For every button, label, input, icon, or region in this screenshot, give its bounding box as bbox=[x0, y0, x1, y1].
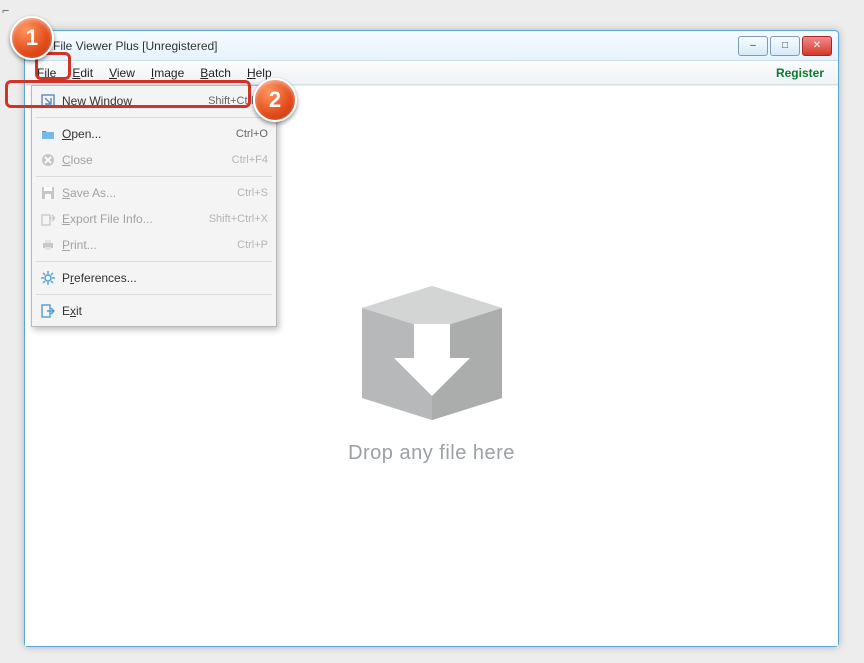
menu-item-label: New Window bbox=[58, 94, 208, 108]
menu-separator bbox=[36, 294, 272, 295]
save-disk-icon bbox=[38, 186, 58, 200]
close-button[interactable]: ✕ bbox=[802, 36, 832, 56]
menu-item-label: Close bbox=[58, 153, 232, 167]
file-menu-dropdown: New WindowShift+Ctrl+NOpen...Ctrl+OClose… bbox=[31, 85, 277, 327]
export-icon bbox=[38, 212, 58, 226]
file-menu-item-close: CloseCtrl+F4 bbox=[34, 147, 274, 173]
menubar: File Edit View Image Batch Help Register bbox=[25, 61, 838, 85]
exit-icon bbox=[38, 304, 58, 318]
menu-item-label: Exit bbox=[58, 304, 268, 318]
menu-separator bbox=[36, 176, 272, 177]
open-folder-icon bbox=[38, 127, 58, 141]
file-menu-item-export-file-info: Export File Info...Shift+Ctrl+X bbox=[34, 206, 274, 232]
menu-item-label: Open... bbox=[58, 127, 236, 141]
register-link[interactable]: Register bbox=[776, 66, 834, 80]
print-icon bbox=[38, 238, 58, 252]
file-menu-item-new-window[interactable]: New WindowShift+Ctrl+N bbox=[34, 88, 274, 114]
menu-item-shortcut: Ctrl+P bbox=[237, 239, 268, 251]
file-menu-item-print: Print...Ctrl+P bbox=[34, 232, 274, 258]
menu-item-shortcut: Ctrl+F4 bbox=[232, 154, 268, 166]
menu-separator bbox=[36, 261, 272, 262]
annotation-badge-1: 1 bbox=[10, 16, 54, 60]
menu-batch[interactable]: Batch bbox=[192, 63, 239, 83]
menu-item-label: Save As... bbox=[58, 186, 237, 200]
file-menu-item-open[interactable]: Open...Ctrl+O bbox=[34, 121, 274, 147]
window-controls: – □ ✕ bbox=[738, 36, 832, 56]
maximize-button[interactable]: □ bbox=[770, 36, 800, 56]
menu-file[interactable]: File bbox=[29, 63, 64, 83]
box-arrow-down-icon bbox=[342, 268, 522, 428]
dropzone[interactable]: Drop any file here bbox=[342, 268, 522, 465]
minimize-button[interactable]: – bbox=[738, 36, 768, 56]
dropzone-label: Drop any file here bbox=[342, 442, 522, 465]
gear-icon bbox=[38, 271, 58, 285]
menu-edit[interactable]: Edit bbox=[64, 63, 101, 83]
menu-item-shortcut: Shift+Ctrl+X bbox=[209, 213, 268, 225]
menu-item-shortcut: Ctrl+S bbox=[237, 187, 268, 199]
menu-item-label: Print... bbox=[58, 238, 237, 252]
file-menu-item-save-as: Save As...Ctrl+S bbox=[34, 180, 274, 206]
menu-item-shortcut: Ctrl+O bbox=[236, 128, 268, 140]
file-menu-item-exit[interactable]: Exit bbox=[34, 298, 274, 324]
menu-separator bbox=[36, 117, 272, 118]
annotation-badge-2: 2 bbox=[253, 78, 297, 122]
menu-item-label: Preferences... bbox=[58, 271, 268, 285]
crop-mark: ⌐ bbox=[2, 4, 9, 18]
window-title: File Viewer Plus [Unregistered] bbox=[53, 39, 738, 53]
file-menu-item-preferences[interactable]: Preferences... bbox=[34, 265, 274, 291]
new-window-icon bbox=[38, 94, 58, 108]
menu-image[interactable]: Image bbox=[143, 63, 192, 83]
menu-item-label: Export File Info... bbox=[58, 212, 209, 226]
titlebar[interactable]: File Viewer Plus [Unregistered] – □ ✕ bbox=[25, 31, 838, 61]
menu-view[interactable]: View bbox=[101, 63, 143, 83]
close-x-icon bbox=[38, 153, 58, 167]
app-window: File Viewer Plus [Unregistered] – □ ✕ Fi… bbox=[24, 30, 839, 647]
